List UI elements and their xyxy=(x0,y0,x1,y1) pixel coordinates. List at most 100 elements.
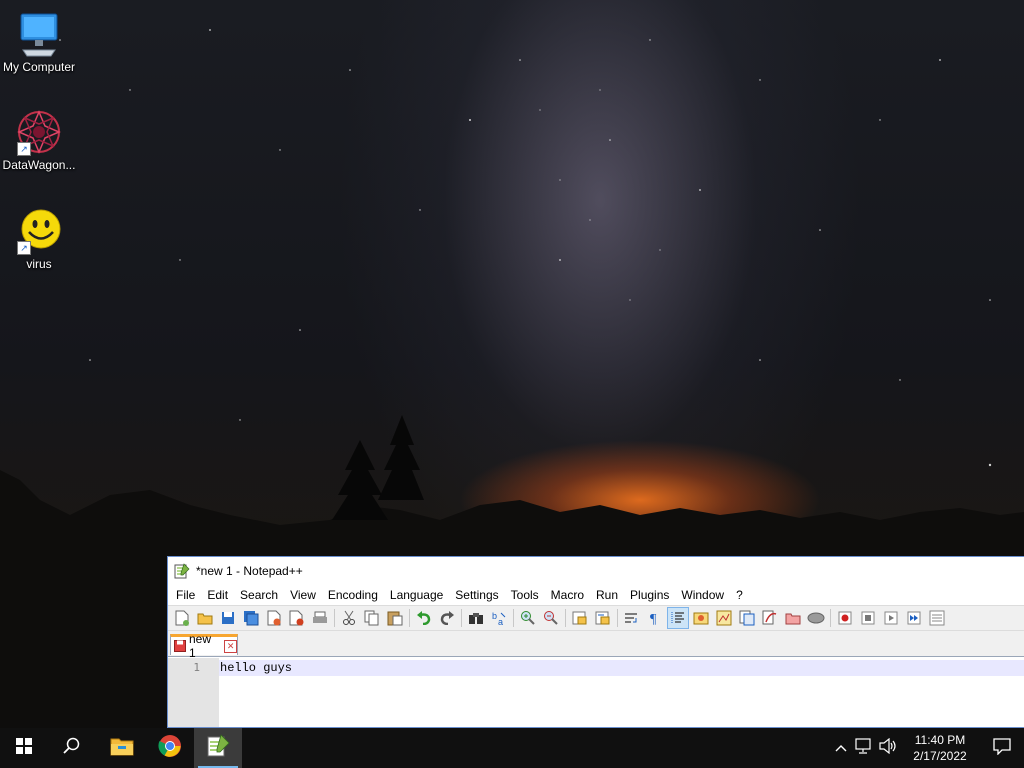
taskbar-file-explorer[interactable] xyxy=(98,728,146,768)
zoom-in-icon[interactable] xyxy=(518,608,538,628)
tab-bar: new 1 ✕ xyxy=(168,631,1024,660)
window-titlebar[interactable]: *new 1 - Notepad++ xyxy=(168,557,1024,585)
menu-encoding[interactable]: Encoding xyxy=(322,588,384,602)
redo-icon[interactable] xyxy=(437,608,457,628)
line-number: 1 xyxy=(193,661,200,674)
system-tray: 11:40 PM 2/17/2022 xyxy=(830,728,1024,768)
stop-macro-icon[interactable] xyxy=(858,608,878,628)
save-all-icon[interactable] xyxy=(241,608,261,628)
unsaved-file-icon xyxy=(174,640,186,652)
toolbar-separator xyxy=(461,609,462,627)
indent-guide-icon[interactable] xyxy=(667,607,689,629)
clock[interactable]: 11:40 PM 2/17/2022 xyxy=(900,728,980,768)
user-language-icon[interactable] xyxy=(691,608,711,628)
toolbar-separator xyxy=(513,609,514,627)
folder-icon[interactable] xyxy=(783,608,803,628)
datawagon-icon: ↗ xyxy=(15,108,63,156)
editor-line-text[interactable]: hello guys xyxy=(220,661,292,675)
action-center-button[interactable] xyxy=(980,728,1024,768)
chevron-up-icon xyxy=(835,739,847,757)
current-line-highlight xyxy=(219,660,1024,676)
desktop-icon-label: DataWagon... xyxy=(2,158,76,172)
tab-close-icon[interactable]: ✕ xyxy=(224,639,237,653)
clock-time: 11:40 PM xyxy=(914,733,966,747)
network-button[interactable] xyxy=(852,728,876,768)
save-icon[interactable] xyxy=(218,608,238,628)
monitor-icon xyxy=(15,10,63,58)
show-hidden-icons-button[interactable] xyxy=(830,728,852,768)
sync-vertical-icon[interactable] xyxy=(570,608,590,628)
menu-window[interactable]: Window xyxy=(675,588,730,602)
menu-bar: File Edit Search View Encoding Language … xyxy=(168,585,1024,605)
show-all-characters-icon[interactable]: ¶ xyxy=(645,608,665,628)
paste-icon[interactable] xyxy=(385,608,405,628)
menu-macro[interactable]: Macro xyxy=(545,588,590,602)
menu-run[interactable]: Run xyxy=(590,588,624,602)
start-icon xyxy=(16,737,32,759)
menu-file[interactable]: File xyxy=(170,588,201,602)
find-icon[interactable] xyxy=(466,608,486,628)
desktop-icon-label: virus xyxy=(26,257,52,271)
print-icon[interactable] xyxy=(310,608,330,628)
menu-settings[interactable]: Settings xyxy=(449,588,504,602)
document-map-icon[interactable] xyxy=(714,608,734,628)
taskbar-notepad-plus-plus[interactable] xyxy=(194,728,242,768)
close-file-icon[interactable] xyxy=(264,608,284,628)
menu-edit[interactable]: Edit xyxy=(201,588,234,602)
menu-view[interactable]: View xyxy=(284,588,322,602)
speaker-icon xyxy=(879,737,897,759)
new-file-icon[interactable] xyxy=(172,608,192,628)
monitoring-icon[interactable] xyxy=(806,608,826,628)
desktop-icon-datawagon[interactable]: ↗ DataWagon... xyxy=(0,108,78,172)
svg-text:a: a xyxy=(498,617,503,626)
notepad-plus-plus-icon xyxy=(174,563,190,579)
open-file-icon[interactable] xyxy=(195,608,215,628)
folder-as-workspace-icon[interactable] xyxy=(760,608,780,628)
clock-date: 2/17/2022 xyxy=(913,749,967,763)
taskbar-chrome[interactable] xyxy=(146,728,194,768)
menu-tools[interactable]: Tools xyxy=(505,588,545,602)
toolbar-separator xyxy=(409,609,410,627)
search-button[interactable] xyxy=(48,728,96,768)
shortcut-arrow-icon: ↗ xyxy=(17,241,31,255)
menu-search[interactable]: Search xyxy=(234,588,284,602)
network-icon xyxy=(855,737,873,759)
toolbar-separator xyxy=(565,609,566,627)
cut-icon[interactable] xyxy=(339,608,359,628)
menu-plugins[interactable]: Plugins xyxy=(624,588,675,602)
menu-help[interactable]: ? xyxy=(730,588,749,602)
smiley-icon: ↗ xyxy=(15,207,63,255)
toolbar: ba ¶ xyxy=(168,605,1024,631)
replace-icon[interactable]: ba xyxy=(489,608,509,628)
save-macro-icon[interactable] xyxy=(927,608,947,628)
desktop-icon-virus[interactable]: ↗ virus xyxy=(0,207,78,271)
tab-label: new 1 xyxy=(189,632,212,660)
run-macro-multiple-icon[interactable] xyxy=(904,608,924,628)
svg-text:¶: ¶ xyxy=(650,612,657,626)
close-all-icon[interactable] xyxy=(287,608,307,628)
toolbar-separator xyxy=(617,609,618,627)
notification-icon xyxy=(993,737,1011,760)
sync-horizontal-icon[interactable] xyxy=(593,608,613,628)
function-list-icon[interactable] xyxy=(737,608,757,628)
shortcut-arrow-icon: ↗ xyxy=(17,142,31,156)
file-explorer-icon xyxy=(110,736,134,761)
chrome-icon xyxy=(158,734,182,763)
desktop-icon-my-computer[interactable]: My Computer xyxy=(0,10,78,74)
start-button[interactable] xyxy=(0,728,48,768)
tab-new-1[interactable]: new 1 ✕ xyxy=(170,632,238,660)
menu-language[interactable]: Language xyxy=(384,588,449,602)
record-macro-icon[interactable] xyxy=(835,608,855,628)
text-editor[interactable]: 1 hello guys xyxy=(168,658,1024,727)
undo-icon[interactable] xyxy=(414,608,434,628)
notepad-plus-plus-window[interactable]: *new 1 - Notepad++ File Edit Search View… xyxy=(167,556,1024,728)
copy-icon[interactable] xyxy=(362,608,382,628)
toolbar-separator xyxy=(334,609,335,627)
notepad-plus-plus-icon xyxy=(206,733,230,763)
play-macro-icon[interactable] xyxy=(881,608,901,628)
search-icon xyxy=(63,737,81,760)
svg-text:b: b xyxy=(492,611,497,621)
word-wrap-icon[interactable] xyxy=(622,608,642,628)
volume-button[interactable] xyxy=(876,728,900,768)
zoom-out-icon[interactable] xyxy=(541,608,561,628)
